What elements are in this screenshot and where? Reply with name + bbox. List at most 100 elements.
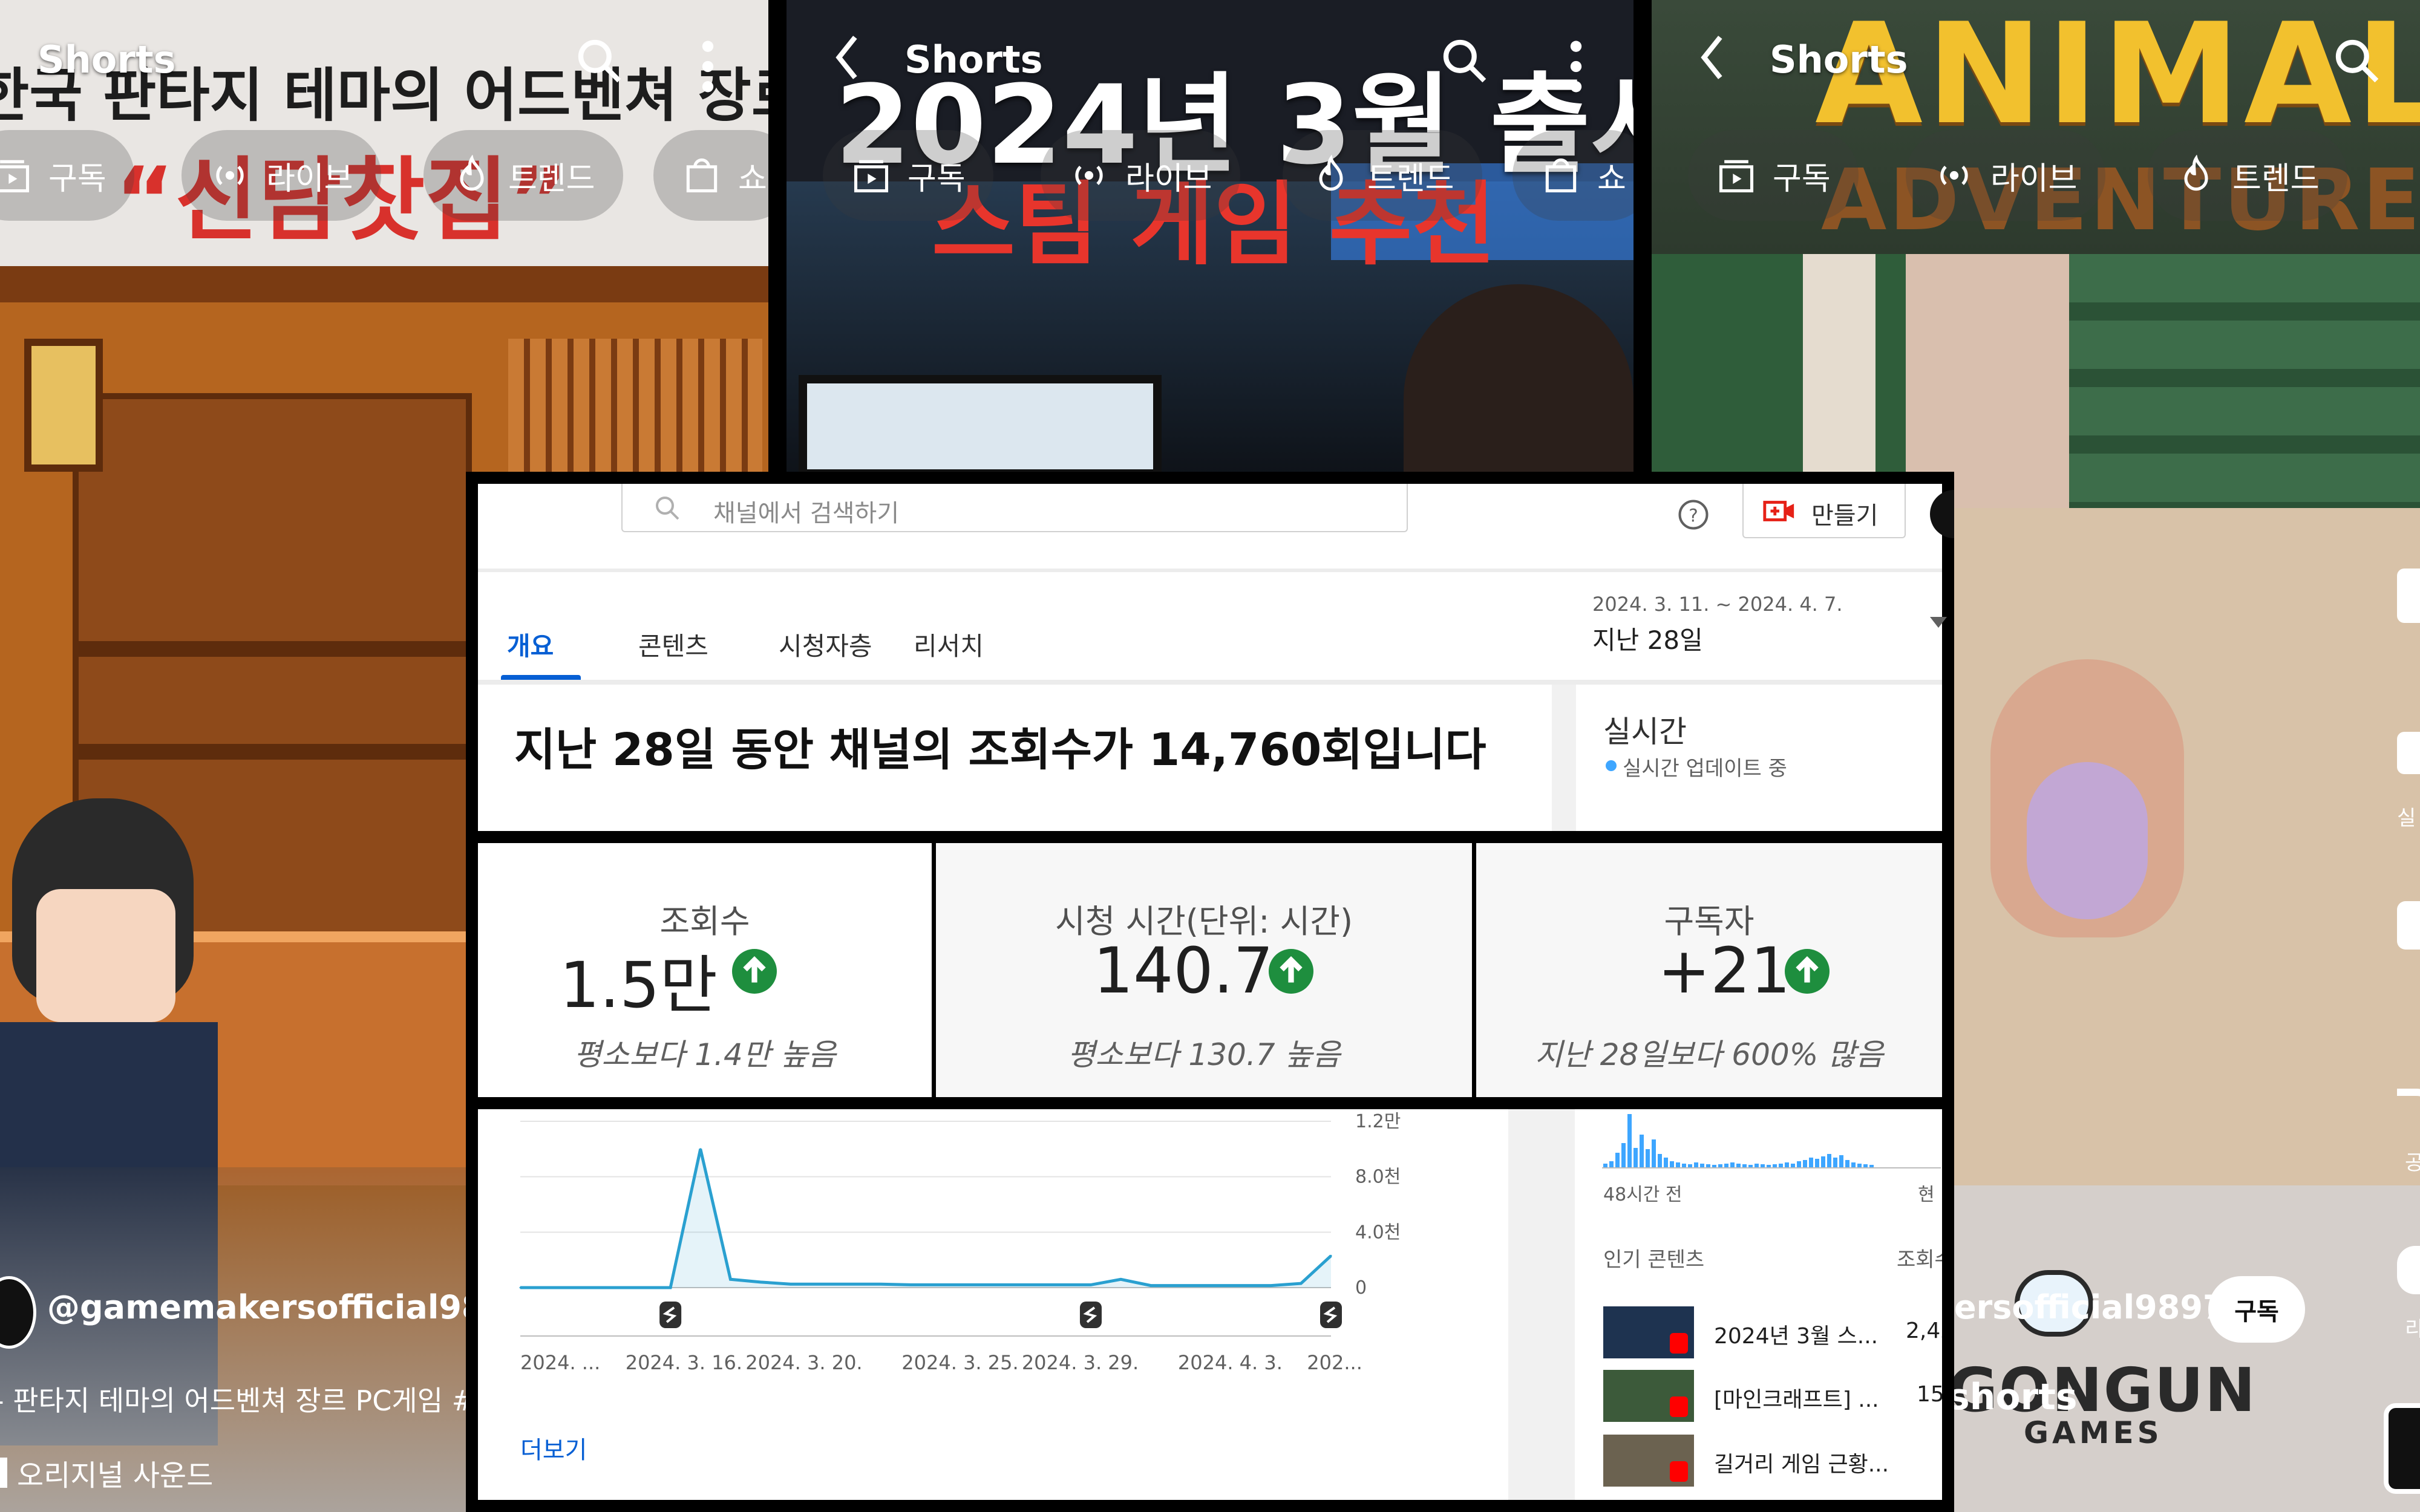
chip-trending[interactable]: 트렌드 xyxy=(2148,130,2347,221)
views-line-chart[interactable]: 1.2만8.0천4.0천02024. ... 2024. 3. 16. 2024. … xyxy=(478,1109,1506,1412)
data-point xyxy=(1330,1254,1332,1257)
more-link[interactable]: 더보기 xyxy=(520,1430,587,1465)
search-icon xyxy=(656,497,679,520)
shorts-badge-icon xyxy=(1670,1333,1688,1354)
data-point xyxy=(639,1286,642,1289)
top-content-item[interactable]: [마인크래프트] ... 15 xyxy=(1603,1370,1942,1424)
realtime-bar xyxy=(1603,1164,1607,1167)
chip-subscriptions[interactable]: 구독 xyxy=(1688,130,1859,221)
shorts-upload-marker-icon[interactable] xyxy=(659,1302,682,1328)
video-views: 2,42 xyxy=(1906,1318,1942,1343)
chip-live[interactable]: 라이브 xyxy=(1906,130,2105,221)
share-icon[interactable] xyxy=(2397,1089,2420,1144)
flame-icon xyxy=(460,155,484,191)
chip-live[interactable]: 라이브 xyxy=(1041,130,1240,221)
top-content-title: 인기 콘텐츠 xyxy=(1603,1248,1705,1272)
x-tick-label: 2024. 3. 25. xyxy=(901,1351,1018,1374)
date-period-selector[interactable]: 지난 28일 xyxy=(1592,620,1703,657)
realtime-status: 실시간 업데이트 중 xyxy=(1623,757,1787,781)
y-tick-label: 4.0천 xyxy=(1355,1222,1401,1243)
kpi-value: +21 xyxy=(1658,934,1791,1008)
chip-shopping[interactable]: 쇼 xyxy=(653,130,768,221)
data-point xyxy=(940,1283,942,1286)
more-vert-icon[interactable] xyxy=(699,36,717,97)
chip-subscriptions[interactable]: 구독 xyxy=(0,130,134,221)
shelf-board xyxy=(73,641,472,657)
search-icon[interactable] xyxy=(2332,36,2381,85)
tab-audience[interactable]: 시청자층 xyxy=(779,626,872,663)
video-thumbnail xyxy=(1603,1306,1694,1358)
realtime-bar xyxy=(1869,1165,1874,1167)
realtime-axis-start: 48시간 전 xyxy=(1603,1184,1683,1205)
shorts-upload-marker-icon[interactable] xyxy=(1320,1302,1342,1328)
realtime-bar xyxy=(1833,1158,1837,1167)
dropdown-arrow-icon[interactable] xyxy=(1930,617,1947,628)
short-panel-2[interactable]: 2024년 3월 출시된 스팀 게임 추천 Shorts 구독 라이브 트렌드 … xyxy=(786,0,1634,478)
y-tick-label: 1.2만 xyxy=(1355,1111,1401,1132)
data-point xyxy=(729,1278,731,1280)
back-arrow-icon[interactable] xyxy=(829,33,865,82)
dislike-icon[interactable] xyxy=(2397,732,2420,774)
live-status-dot xyxy=(1606,760,1617,771)
video-title: 2024년 3월 스... xyxy=(1714,1324,1879,1349)
realtime-bar xyxy=(1791,1164,1795,1167)
flame-icon xyxy=(2184,155,2208,191)
tab-research[interactable]: 리서치 xyxy=(914,626,984,663)
more-vert-icon[interactable] xyxy=(1567,36,1585,97)
kpi-card-views[interactable]: 조회수 1.5만 평소보다 1.4만 높음 xyxy=(478,843,932,1097)
search-icon[interactable] xyxy=(575,36,623,85)
realtime-bar xyxy=(1700,1164,1704,1167)
x-tick-label: 2024. 3. 20. xyxy=(745,1351,862,1374)
chip-trending[interactable]: 트렌드 xyxy=(424,130,623,221)
chip-label: 트렌드 xyxy=(508,160,595,197)
remix-icon[interactable] xyxy=(2397,1246,2420,1294)
data-point xyxy=(1150,1285,1152,1287)
sound-label[interactable]: 오리지널 사운드 xyxy=(17,1452,213,1494)
realtime-bar xyxy=(1609,1161,1614,1167)
kpi-subtext: 평소보다 1.4만 높음 xyxy=(574,1037,836,1072)
video-thumbnail xyxy=(1603,1435,1694,1487)
kpi-value: 140.7 xyxy=(1093,934,1274,1008)
chip-live[interactable]: 라이브 xyxy=(182,130,381,221)
search-icon[interactable] xyxy=(1440,36,1488,85)
realtime-bar xyxy=(1670,1161,1674,1167)
chip-label: 구독 xyxy=(908,160,966,197)
x-tick-label: 2024. 3. 16. xyxy=(626,1351,742,1374)
question-circle-icon[interactable]: ? xyxy=(1677,498,1710,531)
realtime-bar xyxy=(1845,1160,1849,1167)
tab-content[interactable]: 콘텐츠 xyxy=(638,626,708,663)
search-box[interactable]: 채널에서 검색하기 xyxy=(621,484,1408,532)
shorts-upload-marker-icon[interactable] xyxy=(1079,1302,1102,1328)
channel-handle[interactable]: ersofficial9897 xyxy=(1954,1288,2225,1326)
tab-overview[interactable]: 개요 xyxy=(507,626,554,663)
realtime-bar xyxy=(1706,1164,1710,1167)
subscribe-button[interactable]: 구독 xyxy=(2208,1276,2305,1343)
back-arrow-icon[interactable] xyxy=(1694,33,1730,82)
top-content-item[interactable]: 2024년 3월 스... 2,42 xyxy=(1603,1306,1942,1361)
shorts-badge-icon xyxy=(1670,1396,1688,1417)
realtime-bar xyxy=(1615,1153,1620,1167)
studio-analytics-overlay: 채널에서 검색하기 ? 만들기 개요 콘텐츠 시청자층 리서치 2024. 3.… xyxy=(466,472,1954,1512)
chip-trending[interactable]: 트렌드 xyxy=(1283,130,1482,221)
create-button[interactable]: 만들기 xyxy=(1742,484,1906,538)
realtime-bar xyxy=(1761,1164,1765,1167)
video-thumbnail xyxy=(1603,1370,1694,1422)
chip-shopping[interactable]: 쇼 xyxy=(1512,130,1634,221)
kpi-card-subscribers[interactable]: 구독자 +21 지난 28일보다 600% 많음 xyxy=(1476,843,1942,1097)
like-icon[interactable] xyxy=(2397,569,2420,623)
chip-subscriptions[interactable]: 구독 xyxy=(823,130,993,221)
shorts-hashtag[interactable]: shorts xyxy=(1948,1376,2078,1418)
kpi-card-watch-time[interactable]: 시청 시간(단위: 시간) 140.7 평소보다 130.7 높음 xyxy=(936,843,1472,1097)
flame-icon xyxy=(1319,155,1343,191)
kpi-subtext: 평소보다 130.7 높음 xyxy=(1067,1037,1341,1072)
top-content-item[interactable]: 길거리 게임 근황... xyxy=(1603,1435,1942,1489)
realtime-bar xyxy=(1815,1159,1819,1167)
comment-icon[interactable] xyxy=(2397,901,2420,950)
sound-thumbnail[interactable] xyxy=(2384,1403,2420,1494)
realtime-bar xyxy=(1694,1162,1698,1167)
subscriptions-icon xyxy=(1719,160,1754,193)
data-point xyxy=(1090,1283,1092,1286)
realtime-bar xyxy=(1797,1161,1801,1167)
data-point xyxy=(999,1283,1002,1286)
channel-handle[interactable]: @gamemakersofficial9897 xyxy=(47,1288,530,1326)
